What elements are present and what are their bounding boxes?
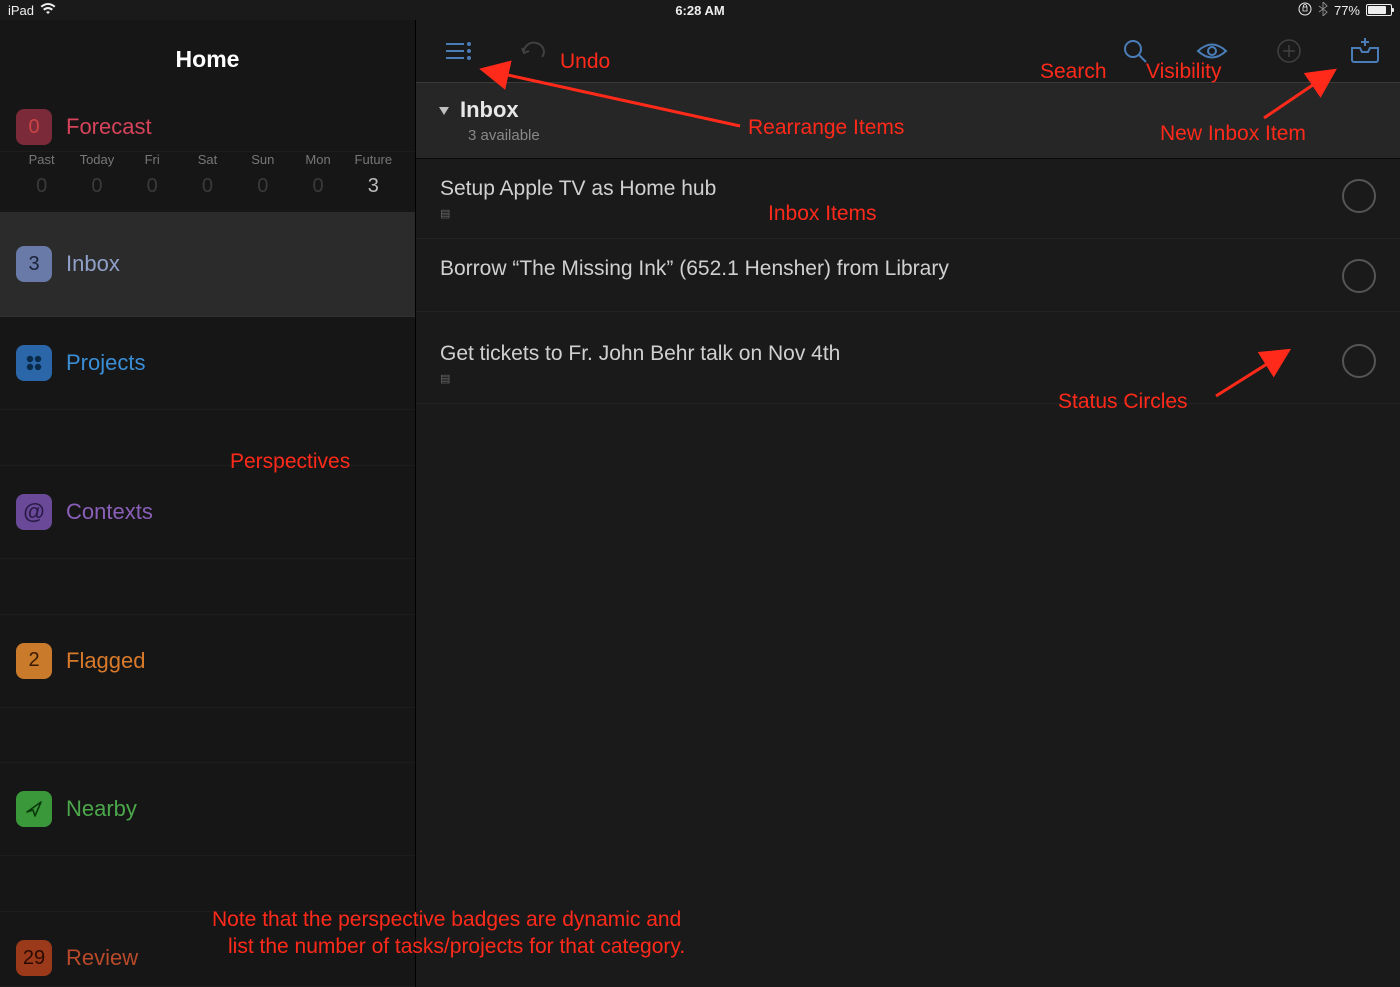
badge-forecast: 0 <box>16 109 52 145</box>
sidebar-item-label: Forecast <box>66 114 152 140</box>
sidebar-item-label: Flagged <box>66 648 146 674</box>
sidebar-item-review[interactable]: 29 Review <box>0 912 415 987</box>
sidebar-item-label: Nearby <box>66 796 137 822</box>
note-icon: ▤ <box>440 207 1326 220</box>
projects-icon <box>23 352 45 374</box>
sidebar-item-label: Contexts <box>66 499 153 525</box>
sidebar-item-flagged[interactable]: 2 Flagged <box>0 615 415 708</box>
sidebar-item-projects[interactable]: Projects <box>0 317 415 410</box>
badge-inbox: 3 <box>16 246 52 282</box>
task-title: Get tickets to Fr. John Behr talk on Nov… <box>440 342 1326 366</box>
bluetooth-icon <box>1318 2 1328 19</box>
sidebar-item-label: Projects <box>66 350 145 376</box>
sidebar-item-nearby[interactable]: Nearby <box>0 763 415 856</box>
task-title: Setup Apple TV as Home hub <box>440 177 1326 201</box>
list-title: Inbox <box>460 97 519 123</box>
battery-pct: 77% <box>1334 3 1360 18</box>
clock: 6:28 AM <box>675 3 724 18</box>
status-circle[interactable] <box>1342 259 1376 293</box>
status-bar: iPad 6:28 AM 77% <box>0 0 1400 20</box>
sidebar: Home 0 Forecast Past Today Fri Sat Sun M… <box>0 20 416 987</box>
undo-button[interactable] <box>520 39 550 63</box>
new-inbox-item-button[interactable] <box>1350 38 1380 64</box>
sidebar-item-label: Review <box>66 945 138 971</box>
toolbar <box>416 20 1400 82</box>
forecast-week: Past Today Fri Sat Sun Mon Future 0 0 0 … <box>0 152 415 212</box>
wifi-icon <box>40 3 56 18</box>
list-header[interactable]: Inbox 3 available <box>416 82 1400 159</box>
main-panel: Inbox 3 available Setup Apple TV as Home… <box>416 20 1400 987</box>
status-circle[interactable] <box>1342 179 1376 213</box>
note-icon: ▤ <box>440 372 1326 385</box>
task-title: Borrow “The Missing Ink” (652.1 Hensher)… <box>440 257 1326 281</box>
visibility-button[interactable] <box>1196 40 1228 62</box>
device-label: iPad <box>8 3 34 18</box>
sidebar-item-label: Inbox <box>66 251 120 277</box>
task-row[interactable]: Get tickets to Fr. John Behr talk on Nov… <box>416 324 1400 404</box>
task-row[interactable]: Setup Apple TV as Home hub ▤ <box>416 159 1400 239</box>
badge-projects <box>16 345 52 381</box>
sidebar-item-contexts[interactable]: @ Contexts <box>0 466 415 559</box>
battery-icon <box>1366 4 1392 16</box>
badge-nearby <box>16 791 52 827</box>
sidebar-item-forecast[interactable]: 0 Forecast <box>0 93 415 152</box>
task-row[interactable]: Borrow “The Missing Ink” (652.1 Hensher)… <box>416 239 1400 312</box>
at-icon: @ <box>23 499 44 525</box>
page-title: Home <box>0 20 415 93</box>
list-subtitle: 3 available <box>468 127 1378 144</box>
badge-flagged: 2 <box>16 643 52 679</box>
add-button[interactable] <box>1276 38 1302 64</box>
status-circle[interactable] <box>1342 344 1376 378</box>
disclosure-triangle-icon[interactable] <box>438 97 450 123</box>
location-arrow-icon <box>23 798 45 820</box>
badge-review: 29 <box>16 940 52 976</box>
rearrange-button[interactable] <box>444 39 472 63</box>
search-button[interactable] <box>1122 38 1148 64</box>
badge-contexts: @ <box>16 494 52 530</box>
sidebar-item-inbox[interactable]: 3 Inbox <box>0 212 415 317</box>
orientation-lock-icon <box>1298 2 1312 19</box>
